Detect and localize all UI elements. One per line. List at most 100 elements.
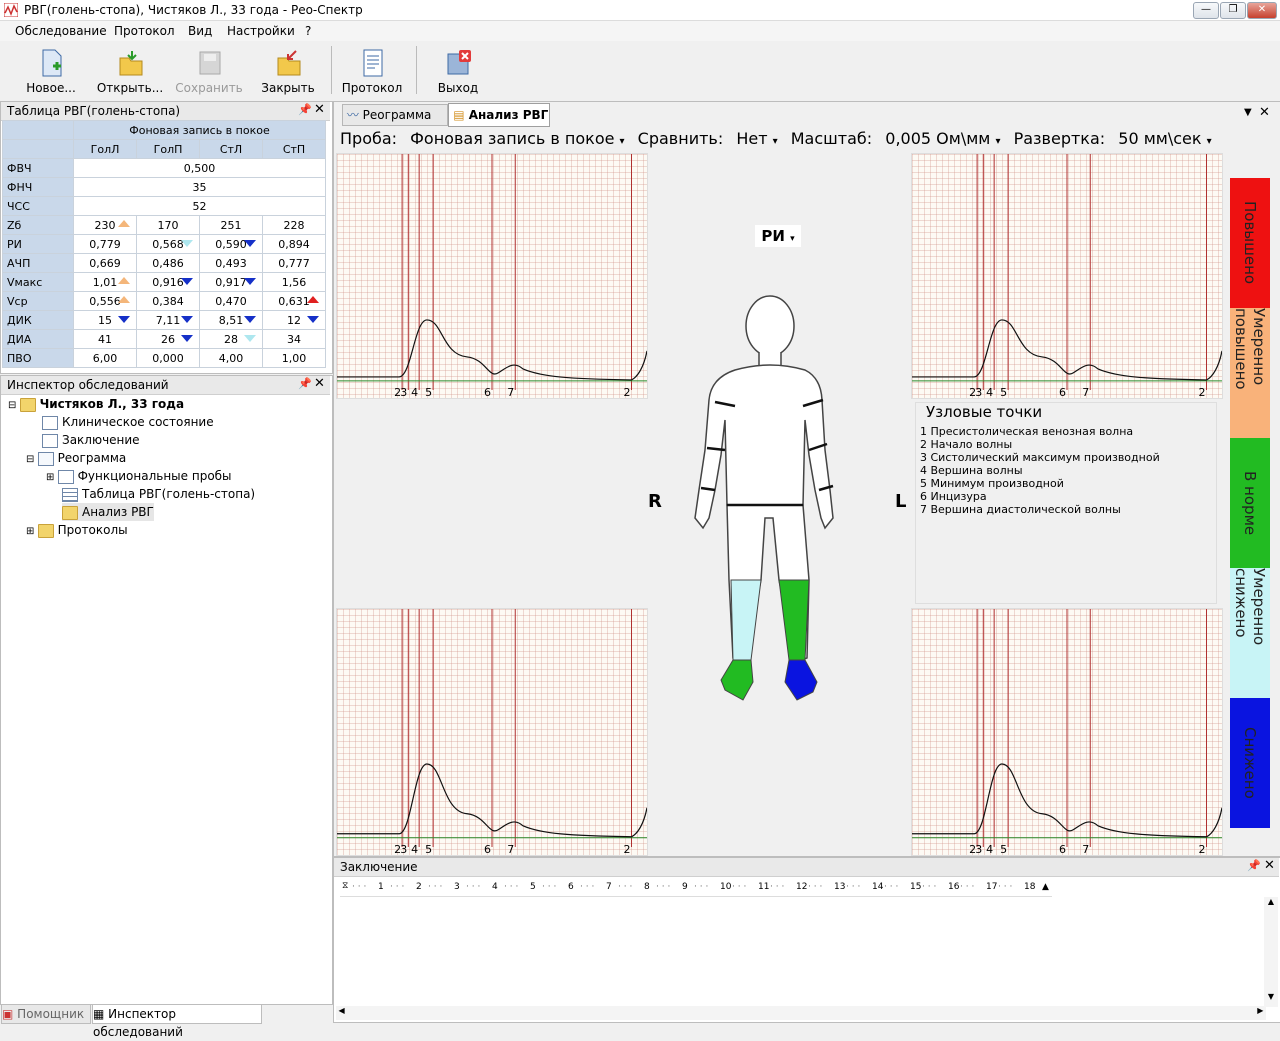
menu-bar: Обследование Протокол Вид Настройки ? <box>0 21 1280 41</box>
horizontal-scrollbar[interactable]: ◀ ▶ <box>336 1006 1266 1020</box>
tab-inspector[interactable]: ▦ Инспектор обследований <box>92 1004 262 1039</box>
table-cell: 0,631 <box>262 291 326 311</box>
inspector-title: Инспектор обследований <box>7 378 169 392</box>
node-marker-label: 4 <box>986 843 993 855</box>
tab-analysis[interactable]: ▤ Анализ РВГ <box>448 103 550 127</box>
panel-close-icon[interactable]: ✕ <box>314 376 325 391</box>
row-header: ДИК <box>2 310 74 330</box>
menu-settings[interactable]: Настройки <box>227 24 295 38</box>
table-cell: 0,669 <box>73 253 137 273</box>
column-header: СтП <box>262 139 326 159</box>
save-button[interactable]: Сохранить <box>173 44 245 96</box>
column-header: ГолП <box>136 139 200 159</box>
node-point-item: 3 Систолический максимум производной <box>920 451 1160 464</box>
ruler-mark: 1 <box>378 882 384 892</box>
index-selector[interactable]: РИ ▾ <box>755 225 801 247</box>
tree-item-protocols[interactable]: ⊞ Протоколы <box>26 521 128 539</box>
save-label: Сохранить <box>175 81 243 95</box>
table-cell: 26 <box>136 329 200 349</box>
node-marker-label: 3 <box>975 386 982 398</box>
toolbar-separator <box>416 46 417 94</box>
node-marker-label: 6 <box>1059 386 1066 398</box>
row-header: ДИА <box>2 329 74 349</box>
node-marker-label: 7 <box>1082 843 1089 855</box>
tree-item-patient[interactable]: ⊟ Чистяков Л., 33 года <box>8 395 184 413</box>
table-cell: 6,00 <box>73 348 137 368</box>
table-icon <box>62 487 78 502</box>
compare-select[interactable]: Нет ▾ <box>736 129 777 148</box>
node-marker-label: 6 <box>1059 843 1066 855</box>
panel-close-icon[interactable]: ✕ <box>314 102 325 117</box>
node-point-item: 2 Начало волны <box>920 438 1013 451</box>
ruler-mark: 13 <box>834 882 846 892</box>
close-button[interactable]: Закрыть <box>252 44 324 96</box>
sweep-select[interactable]: 50 мм\сек ▾ <box>1118 129 1211 148</box>
panel-close-icon[interactable]: ✕ <box>1264 858 1275 873</box>
increase-arrow-icon <box>118 220 130 227</box>
compare-label: Сравнить: <box>637 129 724 148</box>
decrease-arrow-icon <box>181 316 193 323</box>
tab-helper[interactable]: ▣ Помощник <box>1 1004 91 1024</box>
pin-icon[interactable]: 📌 <box>298 377 312 390</box>
tree-item-analysis[interactable]: Анализ РВГ <box>62 503 154 521</box>
row-header: ФНЧ <box>2 177 74 197</box>
right-side-label: R <box>648 491 662 512</box>
table-corner <box>2 139 74 159</box>
group-header: Фоновая запись в покое <box>73 120 326 140</box>
conclusion-text-area[interactable] <box>336 897 1266 1003</box>
decrease-arrow-icon <box>244 316 256 323</box>
ruler-mark: 10 <box>720 882 732 892</box>
menu-examination[interactable]: Обследование <box>15 24 107 38</box>
table-cell: 0,916 <box>136 272 200 292</box>
exit-button[interactable]: Выход <box>422 44 494 96</box>
minimize-button[interactable]: — <box>1193 2 1219 19</box>
tree-item-table[interactable]: Таблица РВГ(голень-стопа) <box>62 485 255 503</box>
menu-help[interactable]: ? <box>305 24 311 38</box>
folder-icon <box>37 523 54 538</box>
tree-item-reogram[interactable]: ⊟ Реограмма <box>26 449 126 467</box>
ruler-mark: 9 <box>682 882 688 892</box>
tabs-dropdown-icon[interactable]: ▼ <box>1244 107 1252 118</box>
table-cell: 230 <box>73 215 137 235</box>
row-header: Vмакс <box>2 272 74 292</box>
controls-row: Проба: Фоновая запись в покое ▾ Сравнить… <box>340 129 1212 148</box>
table-cell: 1,00 <box>262 348 326 368</box>
toolbar-separator <box>331 46 332 94</box>
tests-icon <box>57 469 74 484</box>
menu-protocol[interactable]: Протокол <box>114 24 175 38</box>
table-cell: 12 <box>262 310 326 330</box>
row-header: Vср <box>2 291 74 311</box>
text-ruler[interactable]: ⧖ · · · 1 · · · 2 · · · 3 · · · 4 · · · 5 · · · 6 · ·… <box>340 880 1052 897</box>
node-point-item: 4 Вершина волны <box>920 464 1023 477</box>
scale-select[interactable]: 0,005 Ом\мм ▾ <box>885 129 1000 148</box>
tab-reogram[interactable]: 〰 Реограмма <box>342 104 448 126</box>
vertical-scrollbar[interactable]: ▲ ▼ <box>1264 897 1278 1007</box>
table-corner <box>2 120 74 140</box>
folder-icon <box>62 505 78 520</box>
probe-select[interactable]: Фоновая запись в покое ▾ <box>410 129 624 148</box>
tree-item-functional[interactable]: ⊞ Функциональные пробы <box>46 467 232 485</box>
node-marker-label: 5 <box>1000 386 1007 398</box>
tree-item-conclusion[interactable]: Заключение <box>42 431 140 449</box>
tree-item-clinical[interactable]: Клиническое состояние <box>42 413 214 431</box>
new-button[interactable]: Новое... <box>15 44 87 96</box>
increase-arrow-icon <box>118 277 130 284</box>
pin-icon[interactable]: 📌 <box>1247 859 1261 872</box>
rvg-table: Фоновая запись в покое ГолЛ ГолП СтЛ СтП… <box>2 120 326 368</box>
sweep-label: Развертка: <box>1013 129 1106 148</box>
node-points-title: Узловые точки <box>926 403 1043 421</box>
table-cell: 170 <box>136 215 200 235</box>
close-window-button[interactable]: ✕ <box>1247 2 1277 19</box>
pin-icon[interactable]: 📌 <box>298 103 312 116</box>
open-button[interactable]: Открыть... <box>94 44 166 96</box>
table-cell: 8,51 <box>199 310 263 330</box>
column-header: ГолЛ <box>73 139 137 159</box>
tabs-close-icon[interactable]: ✕ <box>1259 105 1270 120</box>
exit-label: Выход <box>437 81 479 95</box>
node-marker-label: 7 <box>507 386 514 398</box>
menu-view[interactable]: Вид <box>188 24 212 38</box>
maximize-button[interactable]: ❐ <box>1220 2 1246 19</box>
body-figure-icon <box>694 295 834 701</box>
protocol-button[interactable]: Протокол <box>336 44 408 96</box>
new-label: Новое... <box>26 81 76 95</box>
